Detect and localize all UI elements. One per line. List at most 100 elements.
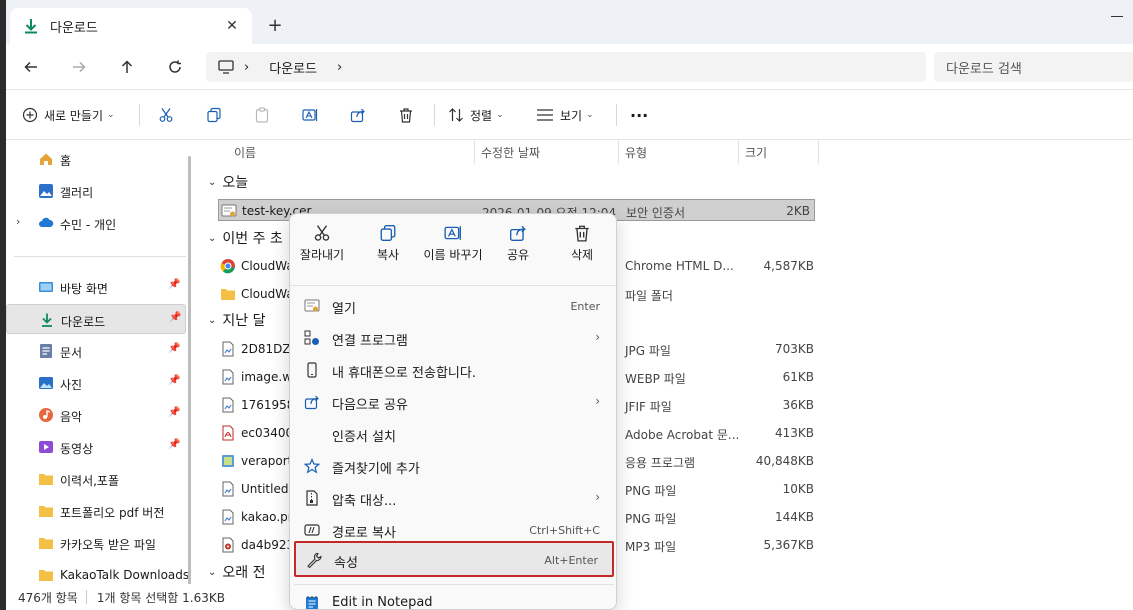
chevron-right-icon: › bbox=[595, 394, 600, 408]
copy-button[interactable] bbox=[206, 102, 222, 128]
quick-actions-bar: 잘라내기 복사 이름 바꾸기 공유 삭제 bbox=[290, 214, 616, 286]
sidebar-scrollbar[interactable] bbox=[188, 156, 191, 596]
pin-icon[interactable]: 📌 bbox=[168, 279, 180, 293]
group-header-this-week[interactable]: ⌄ 이번 주 초 bbox=[208, 228, 283, 248]
column-divider bbox=[738, 140, 739, 164]
pin-icon[interactable]: 📌 bbox=[168, 375, 180, 389]
menu-item-install-certificate[interactable]: 인증서 설치 bbox=[294, 419, 614, 449]
chevron-right-icon[interactable]: › bbox=[16, 215, 20, 228]
pin-icon[interactable]: 📌 bbox=[168, 343, 180, 357]
group-header-long-ago[interactable]: ⌄ 오래 전 bbox=[208, 562, 265, 582]
command-bar: 새로 만들기 ⌄ 정렬 ⌄ 보기 ⌄ ··· bbox=[6, 90, 1133, 140]
sidebar-divider bbox=[14, 256, 186, 257]
sidebar-item-videos[interactable]: 동영상 📌 bbox=[6, 432, 186, 462]
download-icon bbox=[42, 313, 52, 327]
sidebar-item-home[interactable]: 홈 bbox=[6, 144, 186, 174]
menu-item-properties[interactable]: 속성 Alt+Enter bbox=[294, 541, 614, 577]
back-button[interactable] bbox=[18, 54, 44, 80]
search-input[interactable]: 다운로드 검색 bbox=[934, 52, 1133, 82]
cut-action[interactable]: 잘라내기 bbox=[290, 224, 354, 263]
menu-item-open-with[interactable]: 연결 프로그램 › bbox=[294, 323, 614, 353]
tab-downloads[interactable]: 다운로드 ✕ bbox=[10, 8, 252, 44]
sidebar-item-music[interactable]: 음악 📌 bbox=[6, 400, 186, 430]
folder-icon bbox=[39, 570, 53, 581]
tab-label: 다운로드 bbox=[50, 20, 98, 36]
computer-icon bbox=[218, 60, 234, 74]
rename-button[interactable] bbox=[302, 102, 318, 128]
group-header-today[interactable]: ⌄ 오늘 bbox=[208, 172, 248, 192]
copy-action[interactable]: 복사 bbox=[356, 224, 420, 263]
copy-path-icon bbox=[304, 524, 320, 536]
close-tab-icon[interactable]: ✕ bbox=[222, 16, 242, 36]
menu-item-send-to-phone[interactable]: 내 휴대폰으로 전송합니다. bbox=[294, 355, 614, 385]
audio-file-icon bbox=[222, 537, 234, 553]
context-menu: 잘라내기 복사 이름 바꾸기 공유 삭제 열기 Enter 연결 프로그램 › … bbox=[289, 213, 617, 610]
breadcrumb-downloads[interactable]: 다운로드 bbox=[269, 58, 317, 77]
sort-icon bbox=[449, 108, 463, 122]
forward-button[interactable] bbox=[66, 54, 92, 80]
download-icon bbox=[25, 19, 37, 34]
menu-item-open[interactable]: 열기 Enter bbox=[294, 291, 614, 321]
breadcrumb-separator[interactable]: › bbox=[337, 60, 342, 75]
sort-button[interactable]: 정렬 ⌄ bbox=[448, 102, 504, 128]
column-header-type[interactable]: 유형 bbox=[625, 140, 647, 164]
pdf-icon bbox=[222, 425, 234, 441]
column-header-name[interactable]: 이름 bbox=[234, 140, 256, 164]
minimize-button[interactable] bbox=[1111, 16, 1123, 17]
toolbar-divider bbox=[616, 104, 617, 126]
cloud-icon bbox=[39, 217, 54, 227]
pin-icon[interactable]: 📌 bbox=[168, 439, 180, 453]
breadcrumb-separator: › bbox=[244, 59, 250, 75]
pin-icon[interactable]: 📌 bbox=[168, 407, 180, 421]
menu-item-add-favorites[interactable]: 즐겨찾기에 추가 bbox=[294, 451, 614, 481]
delete-action[interactable]: 삭제 bbox=[550, 224, 614, 263]
share-button[interactable] bbox=[350, 102, 366, 128]
menu-item-edit-notepad[interactable]: Edit in Notepad bbox=[294, 588, 614, 609]
refresh-button[interactable] bbox=[162, 54, 188, 80]
group-header-last-month[interactable]: ⌄ 지난 달 bbox=[208, 310, 265, 330]
menu-item-share-with[interactable]: 다음으로 공유 › bbox=[294, 387, 614, 417]
address-bar[interactable]: › 다운로드 › bbox=[206, 52, 926, 82]
sidebar-item-desktop[interactable]: 바탕 화면 📌 bbox=[6, 272, 186, 302]
navigation-bar: › 다운로드 › 다운로드 검색 bbox=[6, 44, 1133, 90]
sidebar-item-gallery[interactable]: 갤러리 bbox=[6, 176, 186, 206]
sidebar-item-documents[interactable]: 문서 📌 bbox=[6, 336, 186, 366]
sidebar-item-downloads[interactable]: 다운로드 📌 bbox=[6, 304, 186, 334]
paste-button[interactable] bbox=[254, 102, 270, 128]
column-header-date[interactable]: 수정한 날짜 bbox=[481, 140, 540, 164]
item-count: 476개 항목 bbox=[18, 590, 78, 605]
sidebar-item-folder-portfolio[interactable]: 포트폴리오 pdf 버전 bbox=[6, 496, 186, 526]
toolbar-divider bbox=[434, 104, 435, 126]
up-button[interactable] bbox=[114, 54, 140, 80]
sort-label: 정렬 bbox=[470, 108, 493, 123]
folder-icon bbox=[39, 538, 53, 549]
refresh-icon bbox=[169, 60, 181, 73]
pin-icon[interactable]: 📌 bbox=[169, 312, 181, 326]
sidebar-item-folder-resume[interactable]: 이력서,포폴 bbox=[6, 464, 186, 494]
certificate-icon bbox=[304, 299, 320, 312]
sidebar-item-folder-kakaotalk[interactable]: 카카오톡 받은 파일 bbox=[6, 528, 186, 558]
chevron-down-icon: ⌄ bbox=[586, 110, 594, 120]
chevron-right-icon: › bbox=[595, 330, 600, 344]
sidebar-item-onedrive[interactable]: › 수민 - 개인 bbox=[6, 208, 186, 238]
new-tab-button[interactable]: + bbox=[264, 14, 286, 36]
music-icon bbox=[39, 408, 53, 422]
selection-info: 1개 항목 선택함 1.63KB bbox=[96, 590, 225, 605]
rename-action[interactable]: 이름 바꾸기 bbox=[420, 224, 486, 263]
arrow-right-icon bbox=[73, 61, 86, 73]
arrow-up-icon bbox=[121, 60, 133, 73]
scissors-icon bbox=[314, 225, 330, 241]
image-file-icon bbox=[222, 481, 234, 497]
share-action[interactable]: 공유 bbox=[486, 224, 550, 263]
notepad-icon bbox=[306, 596, 318, 609]
new-button-label: 새로 만들기 bbox=[44, 108, 104, 123]
new-button[interactable]: 새로 만들기 ⌄ bbox=[22, 102, 115, 128]
column-divider bbox=[618, 140, 619, 164]
sidebar-item-pictures[interactable]: 사진 📌 bbox=[6, 368, 186, 398]
column-header-size[interactable]: 크기 bbox=[745, 140, 767, 164]
view-button[interactable]: 보기 ⌄ bbox=[536, 102, 594, 128]
menu-item-compress[interactable]: 압축 대상... › bbox=[294, 483, 614, 513]
delete-button[interactable] bbox=[398, 102, 414, 128]
cut-button[interactable] bbox=[158, 102, 174, 128]
more-options-button[interactable]: ··· bbox=[630, 102, 648, 128]
